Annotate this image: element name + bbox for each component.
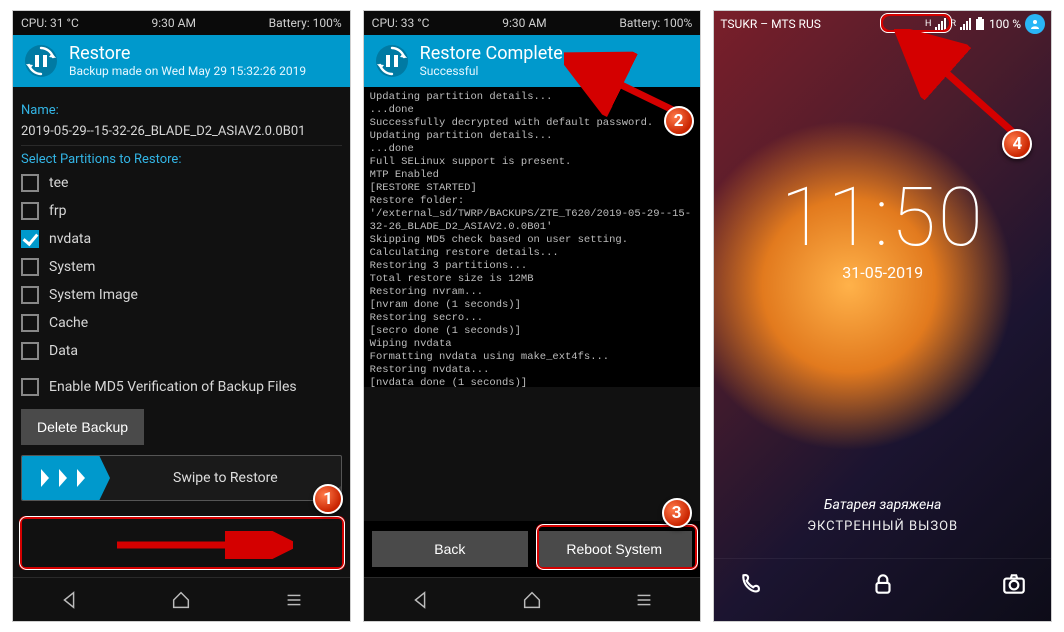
screenshot-twrp-complete: CPU: 33 °C 9:30 AM Battery: 100% Restore…	[363, 10, 702, 622]
checkbox-icon[interactable]	[21, 202, 39, 220]
nav-back-icon[interactable]	[409, 589, 431, 611]
nav-bar	[364, 577, 701, 621]
partitions-label: Select Partitions to Restore:	[21, 152, 342, 167]
checkbox-icon[interactable]	[21, 230, 39, 248]
nav-menu-icon[interactable]	[283, 589, 305, 611]
annotation-marker-3: 3	[662, 498, 692, 528]
screenshot-lockscreen: TSUKR – MTS RUS H R 100 % 11:50 31-05-20…	[713, 10, 1052, 622]
lock-date: 31-05-2019	[714, 263, 1051, 282]
delete-backup-button[interactable]: Delete Backup	[21, 409, 144, 445]
checkbox-icon[interactable]	[21, 286, 39, 304]
annotation-arrow	[113, 531, 293, 563]
partition-label: tee	[49, 175, 68, 191]
annotation-marker-1: 1	[313, 484, 343, 514]
partition-row-frp[interactable]: frp	[21, 197, 342, 225]
name-label: Name:	[21, 103, 342, 118]
checkbox-icon[interactable]	[21, 378, 39, 396]
annotation-marker-2: 2	[664, 106, 694, 136]
md5-toggle[interactable]: Enable MD5 Verification of Backup Files	[21, 373, 342, 401]
partition-row-system[interactable]: System	[21, 253, 342, 281]
status-bar: CPU: 31 °C 9:30 AM Battery: 100%	[13, 11, 350, 35]
nav-home-icon[interactable]	[521, 589, 543, 611]
log-text: Updating partition details... ...done Su…	[370, 91, 691, 387]
carrier-label: TSUKR – MTS RUS	[720, 17, 821, 31]
twrp-logo-icon	[23, 43, 59, 79]
battery: Battery: 100%	[269, 16, 342, 30]
battery: Battery: 100%	[619, 16, 692, 30]
status-bar: CPU: 33 °C 9:30 AM Battery: 100%	[364, 11, 701, 35]
page-subtitle: Backup made on Wed May 29 15:32:26 2019	[69, 64, 306, 78]
partition-row-data[interactable]: Data	[21, 337, 342, 365]
phone-icon[interactable]	[738, 571, 764, 597]
twrp-header: Restore Backup made on Wed May 29 15:32:…	[13, 35, 350, 87]
swipe-to-restore[interactable]: Swipe to Restore	[21, 455, 342, 501]
checkbox-icon[interactable]	[21, 342, 39, 360]
partition-label: nvdata	[49, 231, 91, 247]
partition-row-cache[interactable]: Cache	[21, 309, 342, 337]
page-title: Restore	[69, 44, 306, 64]
cpu-temp: CPU: 33 °C	[372, 16, 430, 30]
swipe-label: Swipe to Restore	[110, 470, 341, 486]
partition-label: System	[49, 259, 95, 275]
nav-back-icon[interactable]	[58, 589, 80, 611]
partition-row-tee[interactable]: tee	[21, 169, 342, 197]
emergency-call[interactable]: ЭКСТРЕННЫЙ ВЫЗОВ	[714, 519, 1051, 534]
twrp-logo-icon	[374, 43, 410, 79]
page-title: Restore Complete	[420, 44, 563, 64]
md5-label: Enable MD5 Verification of Backup Files	[49, 379, 297, 395]
partition-row-nvdata[interactable]: nvdata	[21, 225, 342, 253]
backup-name-field[interactable]: 2019-05-29--15-32-26_BLADE_D2_ASIAV2.0.0…	[21, 120, 342, 146]
restore-log[interactable]: Updating partition details... ...done Su…	[364, 87, 701, 387]
chevrons-right-icon	[39, 467, 93, 489]
camera-icon[interactable]	[1001, 571, 1027, 597]
screenshot-twrp-restore: CPU: 31 °C 9:30 AM Battery: 100% Restore…	[12, 10, 351, 622]
nav-bar	[13, 577, 350, 621]
partition-label: frp	[49, 203, 66, 219]
partition-label: Data	[49, 343, 78, 359]
back-button[interactable]: Back	[372, 531, 528, 567]
lock-icon[interactable]	[870, 571, 896, 597]
nav-menu-icon[interactable]	[633, 589, 655, 611]
checkbox-icon[interactable]	[21, 258, 39, 276]
checkbox-icon[interactable]	[21, 174, 39, 192]
reboot-system-button[interactable]: Reboot System	[536, 531, 692, 567]
clock: 9:30 AM	[502, 16, 546, 30]
checkbox-icon[interactable]	[21, 314, 39, 332]
partition-label: System Image	[49, 287, 138, 303]
charging-status: Батарея заряжена	[714, 497, 1051, 513]
cpu-temp: CPU: 31 °C	[21, 16, 79, 30]
partition-row-system-image[interactable]: System Image	[21, 281, 342, 309]
lock-clock: 11:50	[714, 177, 1051, 259]
partition-label: Cache	[49, 315, 88, 331]
nav-home-icon[interactable]	[170, 589, 192, 611]
clock: 9:30 AM	[152, 16, 196, 30]
page-subtitle: Successful	[420, 64, 563, 78]
swipe-handle[interactable]	[22, 456, 110, 500]
